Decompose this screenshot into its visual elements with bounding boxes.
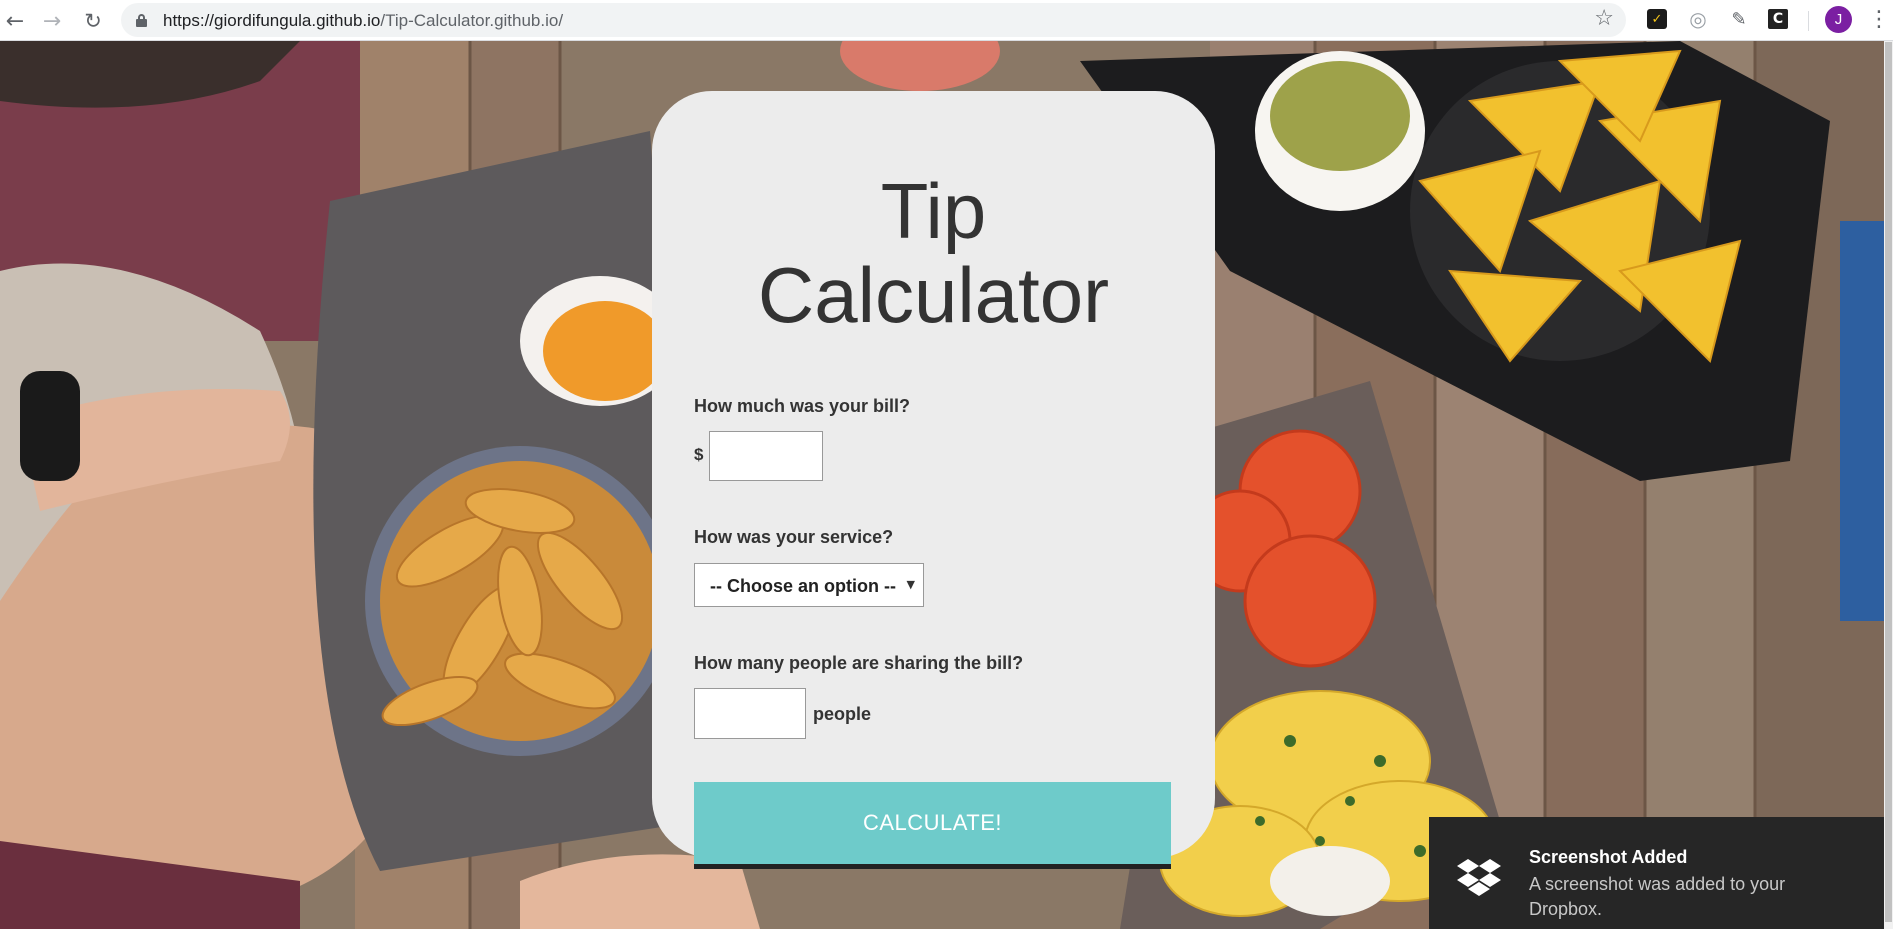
address-bar[interactable]: https://giordifungula.github.io/Tip-Calc… (121, 3, 1626, 37)
extension-checkmark-icon[interactable]: ✓ (1647, 9, 1667, 29)
title-line-1: Tip (880, 167, 987, 255)
reload-icon[interactable]: ↻ (78, 6, 108, 36)
lock-icon[interactable] (136, 14, 147, 27)
extension-cast-icon[interactable]: ◎ (1686, 7, 1710, 31)
dropbox-icon (1457, 859, 1501, 896)
tip-calculator-card: Tip Calculator How much was your bill? $… (652, 91, 1215, 869)
profile-avatar[interactable]: J (1825, 6, 1852, 33)
currency-symbol: $ (694, 445, 704, 464)
notification-message: A screenshot was added to your Dropbox. (1529, 874, 1786, 919)
bill-amount-input[interactable] (709, 431, 823, 481)
people-question-label: How many people are sharing the bill? (694, 653, 1024, 673)
calculate-button-label: CALCULATE! (862, 810, 1003, 835)
page-viewport: Tip Calculator How much was your bill? $… (0, 41, 1884, 929)
title-line-2: Calculator (757, 251, 1110, 339)
more-vertical-icon[interactable]: ⋮ (1868, 6, 1890, 34)
notification-title: Screenshot Added (1529, 847, 1688, 867)
toolbar-divider (1808, 11, 1809, 31)
service-select-value: -- Choose an option -- (710, 576, 896, 596)
extension-eyedropper-icon[interactable]: ✎ (1727, 7, 1751, 31)
service-question-label: How was your service? (694, 527, 894, 547)
scrollbar-thumb[interactable] (1885, 42, 1892, 922)
url-path: /Tip-Calculator.github.io/ (380, 11, 564, 30)
bookmark-star-icon[interactable]: ☆ (1594, 6, 1614, 31)
forward-arrow-icon[interactable]: → (37, 6, 67, 36)
extension-c-icon[interactable]: C (1768, 9, 1788, 29)
dropbox-notification[interactable]: Screenshot Added A screenshot was added … (1429, 817, 1884, 929)
service-select[interactable]: -- Choose an option -- ▼ (694, 563, 924, 607)
url-host: https://giordifungula.github.io (163, 11, 381, 30)
dropdown-arrow-icon: ▼ (906, 578, 915, 591)
back-arrow-icon[interactable]: ← (0, 6, 30, 36)
calculate-button[interactable]: CALCULATE! (694, 782, 1171, 869)
bill-question-label: How much was your bill? (694, 396, 911, 416)
people-unit-label: people (813, 704, 872, 724)
url-text[interactable]: https://giordifungula.github.io/Tip-Calc… (163, 11, 563, 31)
browser-toolbar: ← → ↻ https://giordifungula.github.io/Ti… (0, 0, 1893, 41)
people-count-input[interactable] (694, 688, 806, 739)
